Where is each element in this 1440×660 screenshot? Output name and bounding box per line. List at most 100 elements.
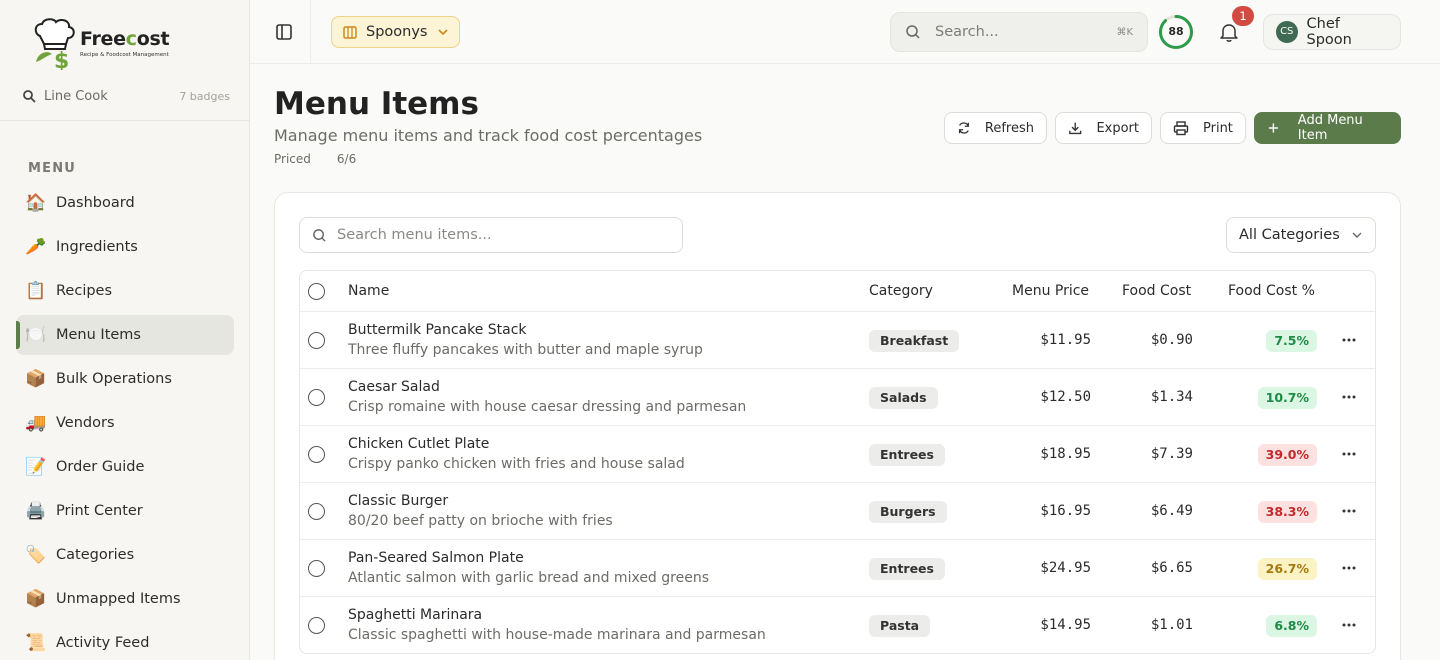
row-checkbox[interactable] <box>308 560 325 577</box>
printer-icon <box>1173 121 1189 136</box>
add-menu-item-label: Add Menu Item <box>1297 113 1363 143</box>
sidebar-item-label: Vendors <box>56 415 115 431</box>
table-header-row: Name Category Menu Price Food Cost Food … <box>300 271 1375 312</box>
food-cost-percent-badge: 26.7% <box>1257 558 1317 580</box>
table-row[interactable]: Caesar Salad Crisp romaine with house ca… <box>300 369 1375 426</box>
sidebar-item-label: Dashboard <box>56 195 135 211</box>
score-value: 88 <box>1168 25 1184 38</box>
sidebar-item-bulk-operations[interactable]: 📦 Bulk Operations <box>16 359 234 399</box>
food-cost: $6.49 <box>1150 503 1193 519</box>
add-menu-item-button[interactable]: Add Menu Item <box>1254 112 1401 144</box>
refresh-button[interactable]: Refresh <box>944 112 1047 144</box>
search-shortcut: ⌘K <box>1116 26 1133 38</box>
priced-label: Priced <box>274 152 311 166</box>
sidebar-item-vendors[interactable]: 🚚 Vendors <box>16 403 234 443</box>
sidebar-nav: 🏠 Dashboard 🥕 Ingredients 📋 Recipes 🍽️ Menu … <box>16 183 234 660</box>
food-cost: $1.01 <box>1150 617 1193 633</box>
location-name: Spoonys <box>366 24 428 40</box>
table-row[interactable]: Buttermilk Pancake Stack Three fluffy pa… <box>300 312 1375 369</box>
printer-icon: 🖨️ <box>25 501 47 521</box>
column-header-category[interactable]: Category <box>869 283 933 299</box>
menu-items-search-input[interactable]: Search menu items... <box>299 217 683 253</box>
export-button[interactable]: Export <box>1055 112 1152 144</box>
column-header-name[interactable]: Name <box>348 283 389 299</box>
clipboard-icon: 📋 <box>25 281 47 301</box>
sidebar-item-order-guide[interactable]: 📝 Order Guide <box>16 447 234 487</box>
sidebar-item-activity-feed[interactable]: 📜 Activity Feed <box>16 623 234 660</box>
food-cost-percent-badge: 39.0% <box>1257 444 1317 466</box>
package-icon: 📦 <box>25 589 47 609</box>
sidebar-item-label: Bulk Operations <box>56 371 172 387</box>
print-button[interactable]: Print <box>1160 112 1246 144</box>
menu-price: $12.50 <box>1040 389 1091 405</box>
sidebar-item-label: Print Center <box>56 503 143 519</box>
more-actions-icon[interactable] <box>1341 558 1357 578</box>
house-icon: 🏠 <box>25 193 47 213</box>
column-header-food-cost[interactable]: Food Cost <box>1122 283 1191 299</box>
header-separator <box>310 0 311 64</box>
more-actions-icon[interactable] <box>1341 615 1357 635</box>
sidebar-item-dashboard[interactable]: 🏠 Dashboard <box>16 183 234 223</box>
menu-items-card: Search menu items... All Categories Name… <box>274 192 1401 660</box>
category-filter-value: All Categories <box>1239 227 1340 243</box>
role-indicator[interactable]: Line Cook 7 badges <box>22 86 230 106</box>
column-header-food-cost-percent[interactable]: Food Cost % <box>1228 283 1315 299</box>
menu-section-heading: MENU <box>28 161 77 176</box>
row-checkbox[interactable] <box>308 446 325 463</box>
item-description: Classic spaghetti with house-made marina… <box>348 627 766 643</box>
search-icon <box>906 25 920 39</box>
global-search-placeholder: Search... <box>935 24 999 40</box>
building-icon <box>343 26 357 39</box>
sidebar-item-print-center[interactable]: 🖨️ Print Center <box>16 491 234 531</box>
category-badge: Entrees <box>869 558 945 580</box>
sidebar-item-unmapped-items[interactable]: 📦 Unmapped Items <box>16 579 234 619</box>
menu-price: $11.95 <box>1040 332 1091 348</box>
notification-badge: 1 <box>1232 6 1254 26</box>
more-actions-icon[interactable] <box>1341 501 1357 521</box>
more-actions-icon[interactable] <box>1341 444 1357 464</box>
item-name: Classic Burger <box>348 493 449 509</box>
food-cost-percent-badge: 38.3% <box>1257 501 1317 523</box>
table-row[interactable]: Classic Burger 80/20 beef patty on brioc… <box>300 483 1375 540</box>
plus-icon <box>1268 123 1278 133</box>
sidebar-item-label: Ingredients <box>56 239 138 255</box>
item-description: Crisp romaine with house caesar dressing… <box>348 399 747 415</box>
page-subtitle: Manage menu items and track food cost pe… <box>274 126 703 145</box>
category-badge: Breakfast <box>869 330 960 352</box>
column-header-menu-price[interactable]: Menu Price <box>1012 283 1089 299</box>
page-title: Menu Items <box>274 86 479 122</box>
location-selector[interactable]: Spoonys <box>331 16 460 48</box>
row-checkbox[interactable] <box>308 389 325 406</box>
refresh-icon <box>958 122 969 134</box>
row-checkbox[interactable] <box>308 503 325 520</box>
global-search-input[interactable]: Search... ⌘K <box>890 12 1148 52</box>
sidebar-item-menu-items[interactable]: 🍽️ Menu Items <box>16 315 234 355</box>
item-description: Crispy panko chicken with fries and hous… <box>348 456 685 472</box>
carrot-icon: 🥕 <box>25 237 47 257</box>
role-name: Line Cook <box>44 88 108 104</box>
select-all-checkbox[interactable] <box>308 283 325 300</box>
table-row[interactable]: Pan-Seared Salmon Plate Atlantic salmon … <box>300 540 1375 597</box>
sidebar-item-recipes[interactable]: 📋 Recipes <box>16 271 234 311</box>
food-cost: $1.34 <box>1150 389 1193 405</box>
sidebar-item-categories[interactable]: 🏷️ Categories <box>16 535 234 575</box>
sidebar-divider <box>0 120 249 121</box>
category-badge: Burgers <box>869 501 947 523</box>
item-description: Three fluffy pancakes with butter and ma… <box>348 342 703 358</box>
brand-logo[interactable]: $ Freecost Recipe & Foodcost Management <box>32 18 182 70</box>
avatar: CS <box>1276 21 1298 43</box>
category-filter-select[interactable]: All Categories <box>1226 217 1376 253</box>
category-badge: Pasta <box>869 615 931 637</box>
sidebar-item-label: Categories <box>56 547 135 563</box>
more-actions-icon[interactable] <box>1341 387 1357 407</box>
row-checkbox[interactable] <box>308 617 325 634</box>
table-row[interactable]: Spaghetti Marinara Classic spaghetti wit… <box>300 597 1375 653</box>
food-cost-percent-badge: 6.8% <box>1266 615 1317 637</box>
table-row[interactable]: Chicken Cutlet Plate Crispy panko chicke… <box>300 426 1375 483</box>
sidebar-item-ingredients[interactable]: 🥕 Ingredients <box>16 227 234 267</box>
brand-name: Freecost <box>80 28 170 50</box>
more-actions-icon[interactable] <box>1341 330 1357 350</box>
row-checkbox[interactable] <box>308 332 325 349</box>
user-menu-button[interactable]: CS Chef Spoon <box>1263 14 1401 50</box>
sidebar-toggle-icon[interactable] <box>272 20 296 44</box>
